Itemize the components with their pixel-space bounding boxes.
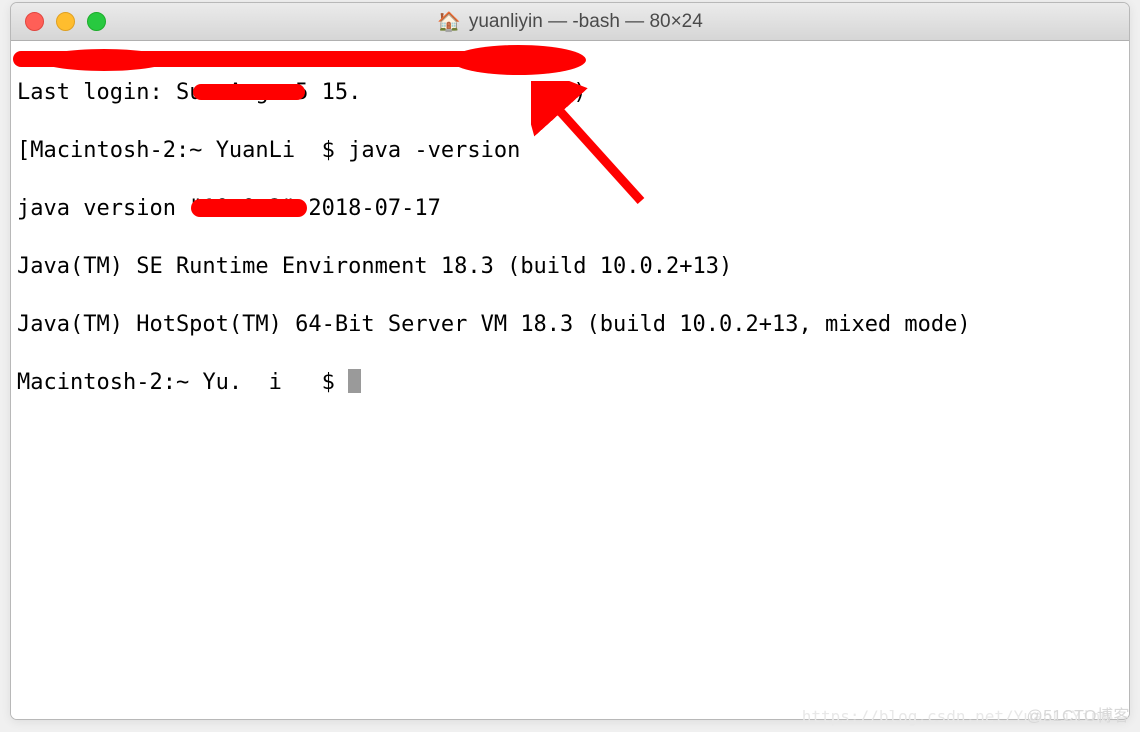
watermark-text: @51CTO博客: [1026, 702, 1130, 726]
redaction-scribble-3: [191, 199, 307, 217]
terminal-line-4: Java(TM) SE Runtime Environment 18.3 (bu…: [17, 252, 1123, 281]
maximize-button[interactable]: [87, 12, 106, 31]
terminal-line-5: Java(TM) HotSpot(TM) 64-Bit Server VM 18…: [17, 310, 1123, 339]
titlebar[interactable]: 🏠 yuanliyin — -bash — 80×24: [11, 3, 1129, 41]
cursor: [348, 369, 361, 393]
terminal-line-3: java version "10.0.2" 2018-07-17: [17, 194, 1123, 223]
terminal-content[interactable]: Last login: Sun Aug 5 15. ) [Macintosh-2…: [11, 41, 1129, 719]
command-text: java -version: [348, 138, 520, 163]
window-title: 🏠 yuanliyin — -bash — 80×24: [437, 10, 703, 34]
close-button[interactable]: [25, 12, 44, 31]
redaction-scribble-2: [193, 84, 305, 100]
home-icon: 🏠: [437, 10, 461, 34]
title-text: yuanliyin — -bash — 80×24: [469, 11, 703, 33]
minimize-button[interactable]: [56, 12, 75, 31]
terminal-window: 🏠 yuanliyin — -bash — 80×24 Last login: …: [10, 2, 1130, 720]
traffic-lights: [11, 12, 106, 31]
redaction-scribble-1b: [451, 45, 586, 75]
terminal-line-6: Macintosh-2:~ Yu. i $: [17, 368, 1123, 397]
redaction-scribble-1c: [39, 49, 169, 71]
terminal-line-2: [Macintosh-2:~ YuanLi $ java -version: [17, 136, 1123, 165]
terminal-line-1: Last login: Sun Aug 5 15. ): [17, 78, 1123, 107]
